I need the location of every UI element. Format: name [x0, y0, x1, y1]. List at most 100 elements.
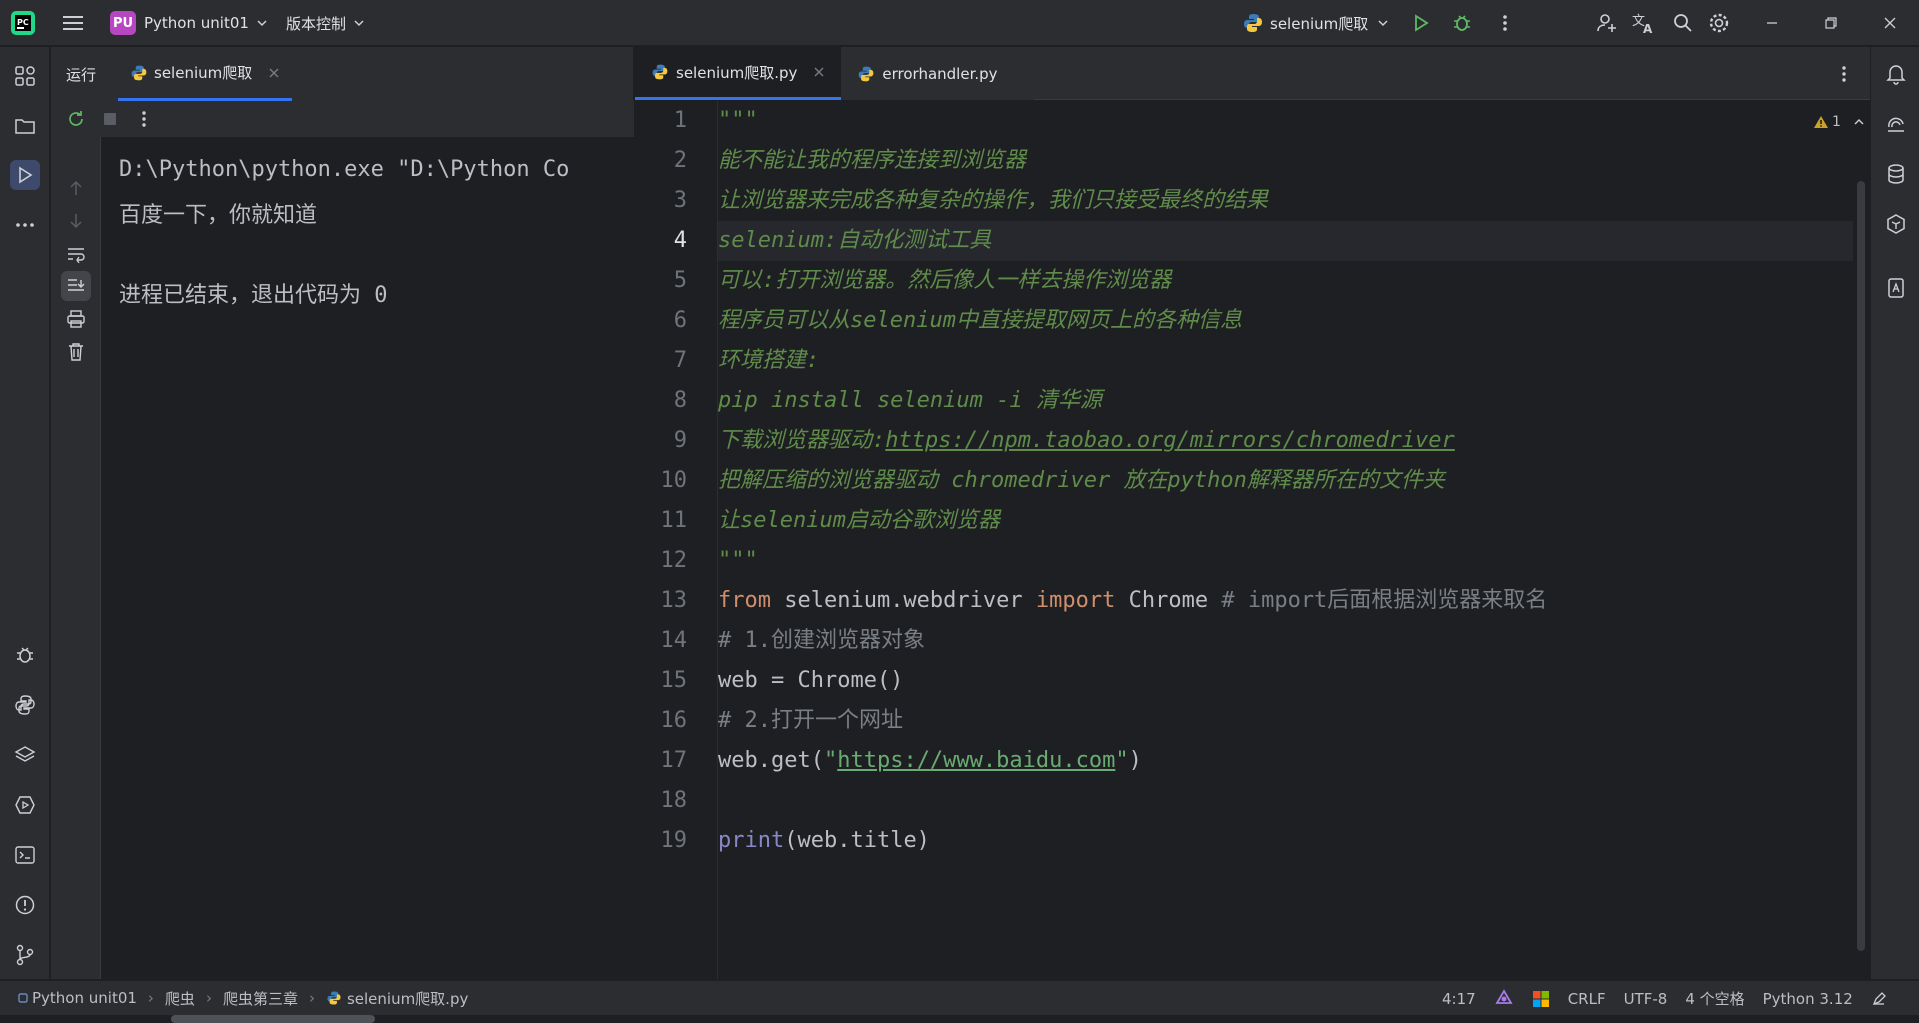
- scroll-down-icon[interactable]: [61, 206, 91, 236]
- chevron-down-icon: [257, 20, 267, 27]
- scroll-up-icon[interactable]: [61, 173, 91, 203]
- debug-button[interactable]: [1447, 8, 1477, 38]
- pycharm-logo-icon[interactable]: PC: [10, 10, 36, 36]
- more-vertical-icon: [142, 111, 146, 127]
- caret-position[interactable]: 4:17: [1433, 990, 1485, 1008]
- project-selector[interactable]: PU Python unit01: [104, 8, 275, 38]
- line-number: 11: [660, 508, 688, 533]
- translate-button[interactable]: 文A: [1629, 8, 1659, 38]
- status-bar: Python unit01 › 爬虫 › 爬虫第三章 › selenium爬取.…: [0, 980, 1919, 1015]
- python-interpreter[interactable]: Python 3.12: [1754, 990, 1862, 1008]
- comment: # import后面根据浏览器来取名: [1221, 588, 1548, 613]
- ai-assistant-icon[interactable]: [1881, 109, 1911, 139]
- trash-icon[interactable]: [61, 337, 91, 367]
- svg-text:PC: PC: [17, 18, 29, 27]
- more-actions-button[interactable]: [1490, 8, 1520, 38]
- search-button[interactable]: [1668, 8, 1698, 38]
- close-window-button[interactable]: [1875, 8, 1905, 38]
- rerun-icon: [69, 111, 83, 126]
- vcs-menu[interactable]: 版本控制: [280, 8, 372, 38]
- line-separator[interactable]: CRLF: [1559, 990, 1615, 1008]
- layers-icon[interactable]: [10, 740, 40, 770]
- run-config-tab-label: selenium爬取: [154, 64, 253, 82]
- console-output[interactable]: D:\Python\python.exe "D:\Python Co 百度一下，…: [101, 137, 634, 979]
- terminal-icon[interactable]: [10, 840, 40, 870]
- code-editor[interactable]: """ 能不能让我的程序连接到浏览器 让浏览器来完成各种复杂的操作，我们只接受最…: [718, 101, 1870, 979]
- restore-button[interactable]: [1816, 8, 1846, 38]
- code-line: web.get("https://www.baidu.com"): [718, 741, 1142, 781]
- documentation-icon[interactable]: [1881, 273, 1911, 303]
- line-number: 1: [673, 108, 687, 133]
- inspection-widget[interactable]: 1: [1813, 114, 1870, 130]
- breadcrumb-separator-icon: ›: [205, 989, 212, 1007]
- breadcrumb-folder[interactable]: 爬虫: [165, 988, 195, 1009]
- indent-setting[interactable]: 4 个空格: [1676, 988, 1753, 1009]
- print-icon[interactable]: [61, 304, 91, 334]
- python-icon: [327, 991, 341, 1005]
- add-user-icon: [1597, 14, 1616, 32]
- line-number: 17: [660, 748, 688, 773]
- tab-label: errorhandler.py: [882, 64, 998, 83]
- run-tool-icon[interactable]: [10, 160, 40, 190]
- close-tab-icon[interactable]: [268, 67, 280, 79]
- rerun-button[interactable]: [61, 104, 91, 134]
- settings-button[interactable]: [1704, 8, 1734, 38]
- database-icon[interactable]: [1881, 159, 1911, 189]
- run-button[interactable]: [1406, 8, 1436, 38]
- python-icon: [131, 65, 147, 80]
- scroll-to-end-icon[interactable]: [61, 271, 91, 301]
- console-line: 进程已结束，退出代码为 0: [119, 283, 388, 308]
- breadcrumb-file[interactable]: selenium爬取.py: [347, 988, 468, 1009]
- identifier: selenium.webdriver: [770, 588, 1036, 613]
- code-line: 把解压缩的浏览器驱动 chromedriver 放在python解释器所在的文件…: [718, 468, 1445, 493]
- search-icon: [1674, 14, 1692, 32]
- run-config-tab[interactable]: selenium爬取: [118, 47, 293, 101]
- ai-status-icon[interactable]: [1485, 988, 1523, 1009]
- python-packages-icon[interactable]: [10, 690, 40, 720]
- code-with-me-button[interactable]: [1592, 8, 1622, 38]
- run-icon: [1415, 14, 1429, 32]
- code-line: # 2.打开一个网址: [718, 708, 903, 733]
- file-encoding[interactable]: UTF-8: [1615, 990, 1677, 1008]
- more-tools-icon[interactable]: [10, 210, 40, 240]
- problems-icon[interactable]: [10, 890, 40, 920]
- string-link[interactable]: https://www.baidu.com: [837, 748, 1115, 773]
- module-icon: [18, 993, 28, 1003]
- project-folder-icon[interactable]: [10, 111, 40, 141]
- main-menu-icon[interactable]: [58, 8, 88, 38]
- console-horizontal-scrollbar[interactable]: [171, 1015, 375, 1023]
- code-line: 能不能让我的程序连接到浏览器: [718, 148, 1027, 173]
- more-vertical-icon: [1503, 15, 1507, 31]
- breadcrumb-folder[interactable]: 爬虫第三章: [223, 988, 298, 1009]
- tab-selenium-py[interactable]: selenium爬取.py: [635, 47, 842, 100]
- editor-vertical-scrollbar[interactable]: [1857, 181, 1865, 951]
- run-panel-header: 运行 selenium爬取: [51, 47, 634, 101]
- close-icon: [1884, 17, 1896, 29]
- code-line: pip install selenium -i 清华源: [718, 388, 1102, 413]
- windows-logo-icon[interactable]: [1523, 990, 1559, 1008]
- tabs-more-button[interactable]: [1829, 59, 1859, 89]
- console-side-toolbar: [51, 137, 101, 979]
- restore-window-icon: [1825, 17, 1837, 29]
- git-branch-icon[interactable]: [10, 940, 40, 970]
- chevron-down-icon: [1378, 20, 1388, 27]
- services-icon[interactable]: [10, 790, 40, 820]
- minimize-button[interactable]: [1757, 8, 1787, 38]
- sciview-icon[interactable]: [1881, 209, 1911, 239]
- run-config-selector[interactable]: selenium爬取: [1236, 8, 1396, 38]
- structure-tool-icon[interactable]: [10, 61, 40, 91]
- tab-errorhandler-py[interactable]: errorhandler.py: [841, 47, 1034, 100]
- docstring-link[interactable]: https://npm.taobao.org/mirrors/chromedri…: [885, 428, 1455, 453]
- breadcrumb-project[interactable]: Python unit01: [32, 989, 137, 1007]
- readonly-lock-icon[interactable]: [1862, 991, 1896, 1007]
- debug-tool-icon[interactable]: [10, 640, 40, 670]
- stop-icon: [104, 113, 116, 125]
- notifications-bell-icon[interactable]: [1881, 59, 1911, 89]
- close-tab-icon[interactable]: [813, 66, 825, 78]
- run-more-button[interactable]: [129, 104, 159, 134]
- soft-wrap-icon[interactable]: [61, 239, 91, 269]
- line-number: 13: [660, 588, 688, 613]
- code-line: """: [718, 548, 758, 573]
- stop-button[interactable]: [95, 104, 125, 134]
- line-number: 12: [660, 548, 688, 573]
